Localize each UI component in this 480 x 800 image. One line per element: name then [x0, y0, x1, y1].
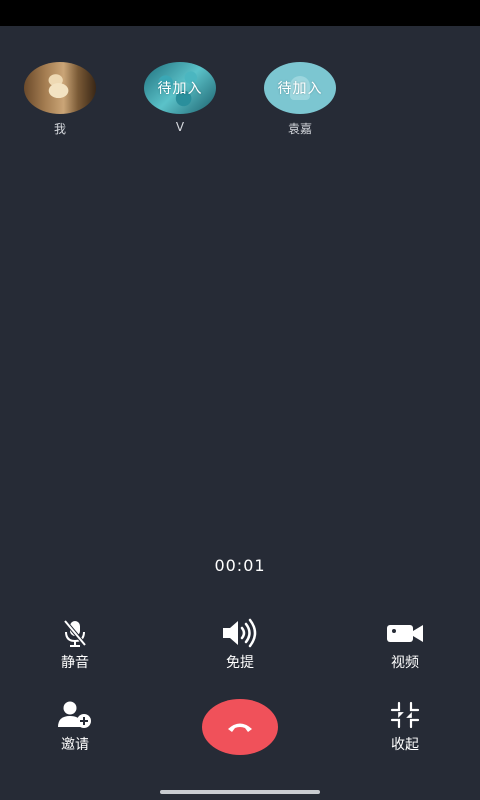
video-label: 视频 — [391, 655, 419, 671]
minimize-icon — [390, 701, 420, 729]
pending-status: 待加入 — [157, 81, 203, 97]
avatar: 待加入 — [264, 62, 336, 114]
call-timer: 00:01 — [214, 556, 266, 575]
participant-name: 我 — [53, 122, 66, 136]
avatar — [24, 62, 96, 114]
status-bar — [0, 0, 480, 26]
add-user-icon — [58, 701, 91, 728]
invite-button[interactable]: 邀请 — [30, 700, 120, 754]
participant-yuanjia[interactable]: 待加入 袁嘉 — [255, 62, 345, 137]
minimize-button[interactable]: 收起 — [360, 700, 450, 754]
participant-v[interactable]: 待加入 V — [135, 62, 225, 134]
speaker-button[interactable]: 免提 — [195, 618, 285, 672]
mute-label: 静音 — [61, 655, 89, 671]
participant-me[interactable]: 我 — [15, 62, 105, 137]
participant-name: V — [175, 120, 185, 134]
participant-name: 袁嘉 — [287, 122, 312, 136]
video-button[interactable]: 视频 — [360, 618, 450, 672]
video-camera-icon — [387, 625, 423, 642]
home-indicator[interactable] — [160, 790, 320, 794]
hang-up-button[interactable] — [202, 699, 278, 755]
minimize-label: 收起 — [391, 737, 419, 753]
mute-button[interactable]: 静音 — [30, 618, 120, 672]
speaker-icon — [223, 618, 257, 648]
mic-off-icon — [63, 619, 87, 647]
avatar: 待加入 — [144, 62, 216, 114]
pending-status: 待加入 — [277, 81, 323, 97]
speaker-label: 免提 — [226, 655, 254, 671]
invite-label: 邀请 — [61, 737, 89, 753]
hang-up-icon — [228, 723, 252, 732]
